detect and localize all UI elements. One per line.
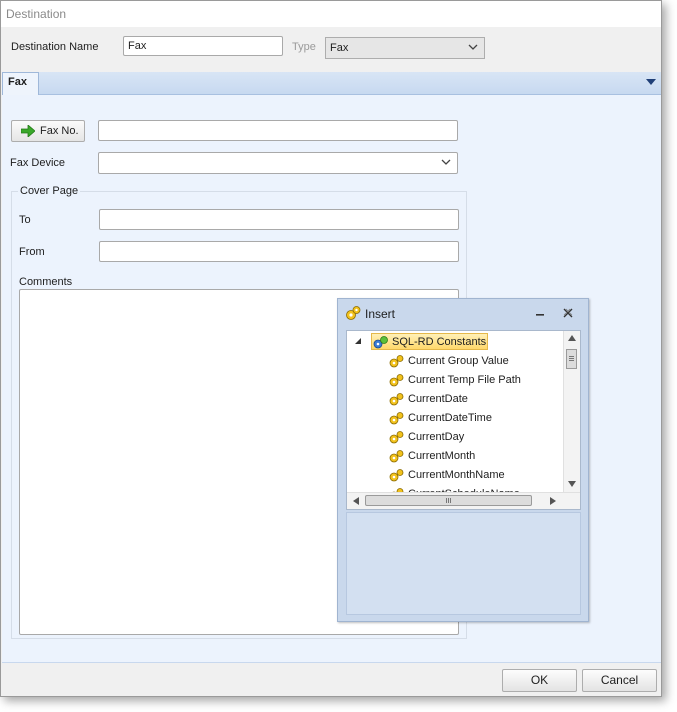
tree-horizontal-scrollbar[interactable] [347,492,580,509]
vertical-scroll-thumb[interactable] [566,349,577,369]
tree-item-label: Current Temp File Path [408,374,521,386]
constant-gear-icon [389,431,404,444]
from-input[interactable] [99,241,459,262]
constants-gears-icon [373,336,388,349]
tree-vertical-scrollbar[interactable] [563,331,580,493]
constant-gear-icon [389,374,404,387]
insert-title: Insert [365,307,396,321]
tree-item-label: CurrentMonthName [408,469,505,481]
constant-gear-icon [389,469,404,482]
comments-label: Comments [19,276,73,288]
tab-menu-arrow-icon[interactable] [646,79,656,85]
scroll-down-icon[interactable] [568,481,576,487]
insert-tree[interactable]: SQL-RD Constants Current Group Value Cur… [346,330,581,510]
ok-button[interactable]: OK [502,669,577,692]
scroll-left-icon[interactable] [353,497,359,505]
tree-item-label: CurrentDate [408,393,468,405]
insert-description-area [346,512,581,615]
insert-gears-icon [346,306,361,320]
type-select[interactable]: Fax [325,37,485,59]
tree-root-label: SQL-RD Constants [392,336,487,348]
tree-expand-icon[interactable] [354,337,362,345]
destination-dialog: Destination Destination Name Type Fax Fa… [0,0,662,697]
chevron-down-icon [441,159,451,165]
destination-name-label: Destination Name [11,41,99,53]
from-label: From [19,246,45,258]
destination-name-input[interactable] [123,36,283,56]
tree-item-label: CurrentDateTime [408,412,492,424]
fax-no-input[interactable] [98,120,458,141]
to-label: To [19,214,31,226]
window-title: Destination [6,7,67,21]
cancel-button-label: Cancel [600,673,639,687]
fax-no-button-label: Fax No. [40,125,79,137]
tree-item-label: CurrentMonth [408,450,476,462]
cancel-button[interactable]: Cancel [582,669,657,692]
tree-item-label: CurrentDay [408,431,465,443]
fax-no-button[interactable]: Fax No. [11,120,85,142]
scroll-right-icon[interactable] [550,497,556,505]
scroll-up-icon[interactable] [568,335,576,341]
title-bar: Destination [1,1,661,27]
ok-button-label: OK [530,673,549,687]
type-label: Type [292,41,316,53]
cover-page-title: Cover Page [18,185,81,197]
horizontal-scroll-thumb[interactable] [365,495,532,506]
insert-panel[interactable]: Insert SQL-RD Constants Current Group Va… [337,298,589,622]
to-input[interactable] [99,209,459,230]
fax-device-select[interactable] [98,152,458,174]
tab-strip: Fax [2,72,661,95]
green-arrow-icon [21,125,35,137]
chevron-down-icon [468,44,478,50]
constant-gear-icon [389,355,404,368]
constant-gear-icon [389,450,404,463]
fax-device-label: Fax Device [10,157,66,169]
minimize-icon[interactable] [534,309,546,319]
tree-item-label: Current Group Value [408,355,509,367]
constant-gear-icon [389,393,404,406]
close-icon[interactable] [562,307,574,319]
type-select-value: Fax [330,42,349,54]
tab-fax[interactable]: Fax [2,72,39,95]
constant-gear-icon [389,412,404,425]
